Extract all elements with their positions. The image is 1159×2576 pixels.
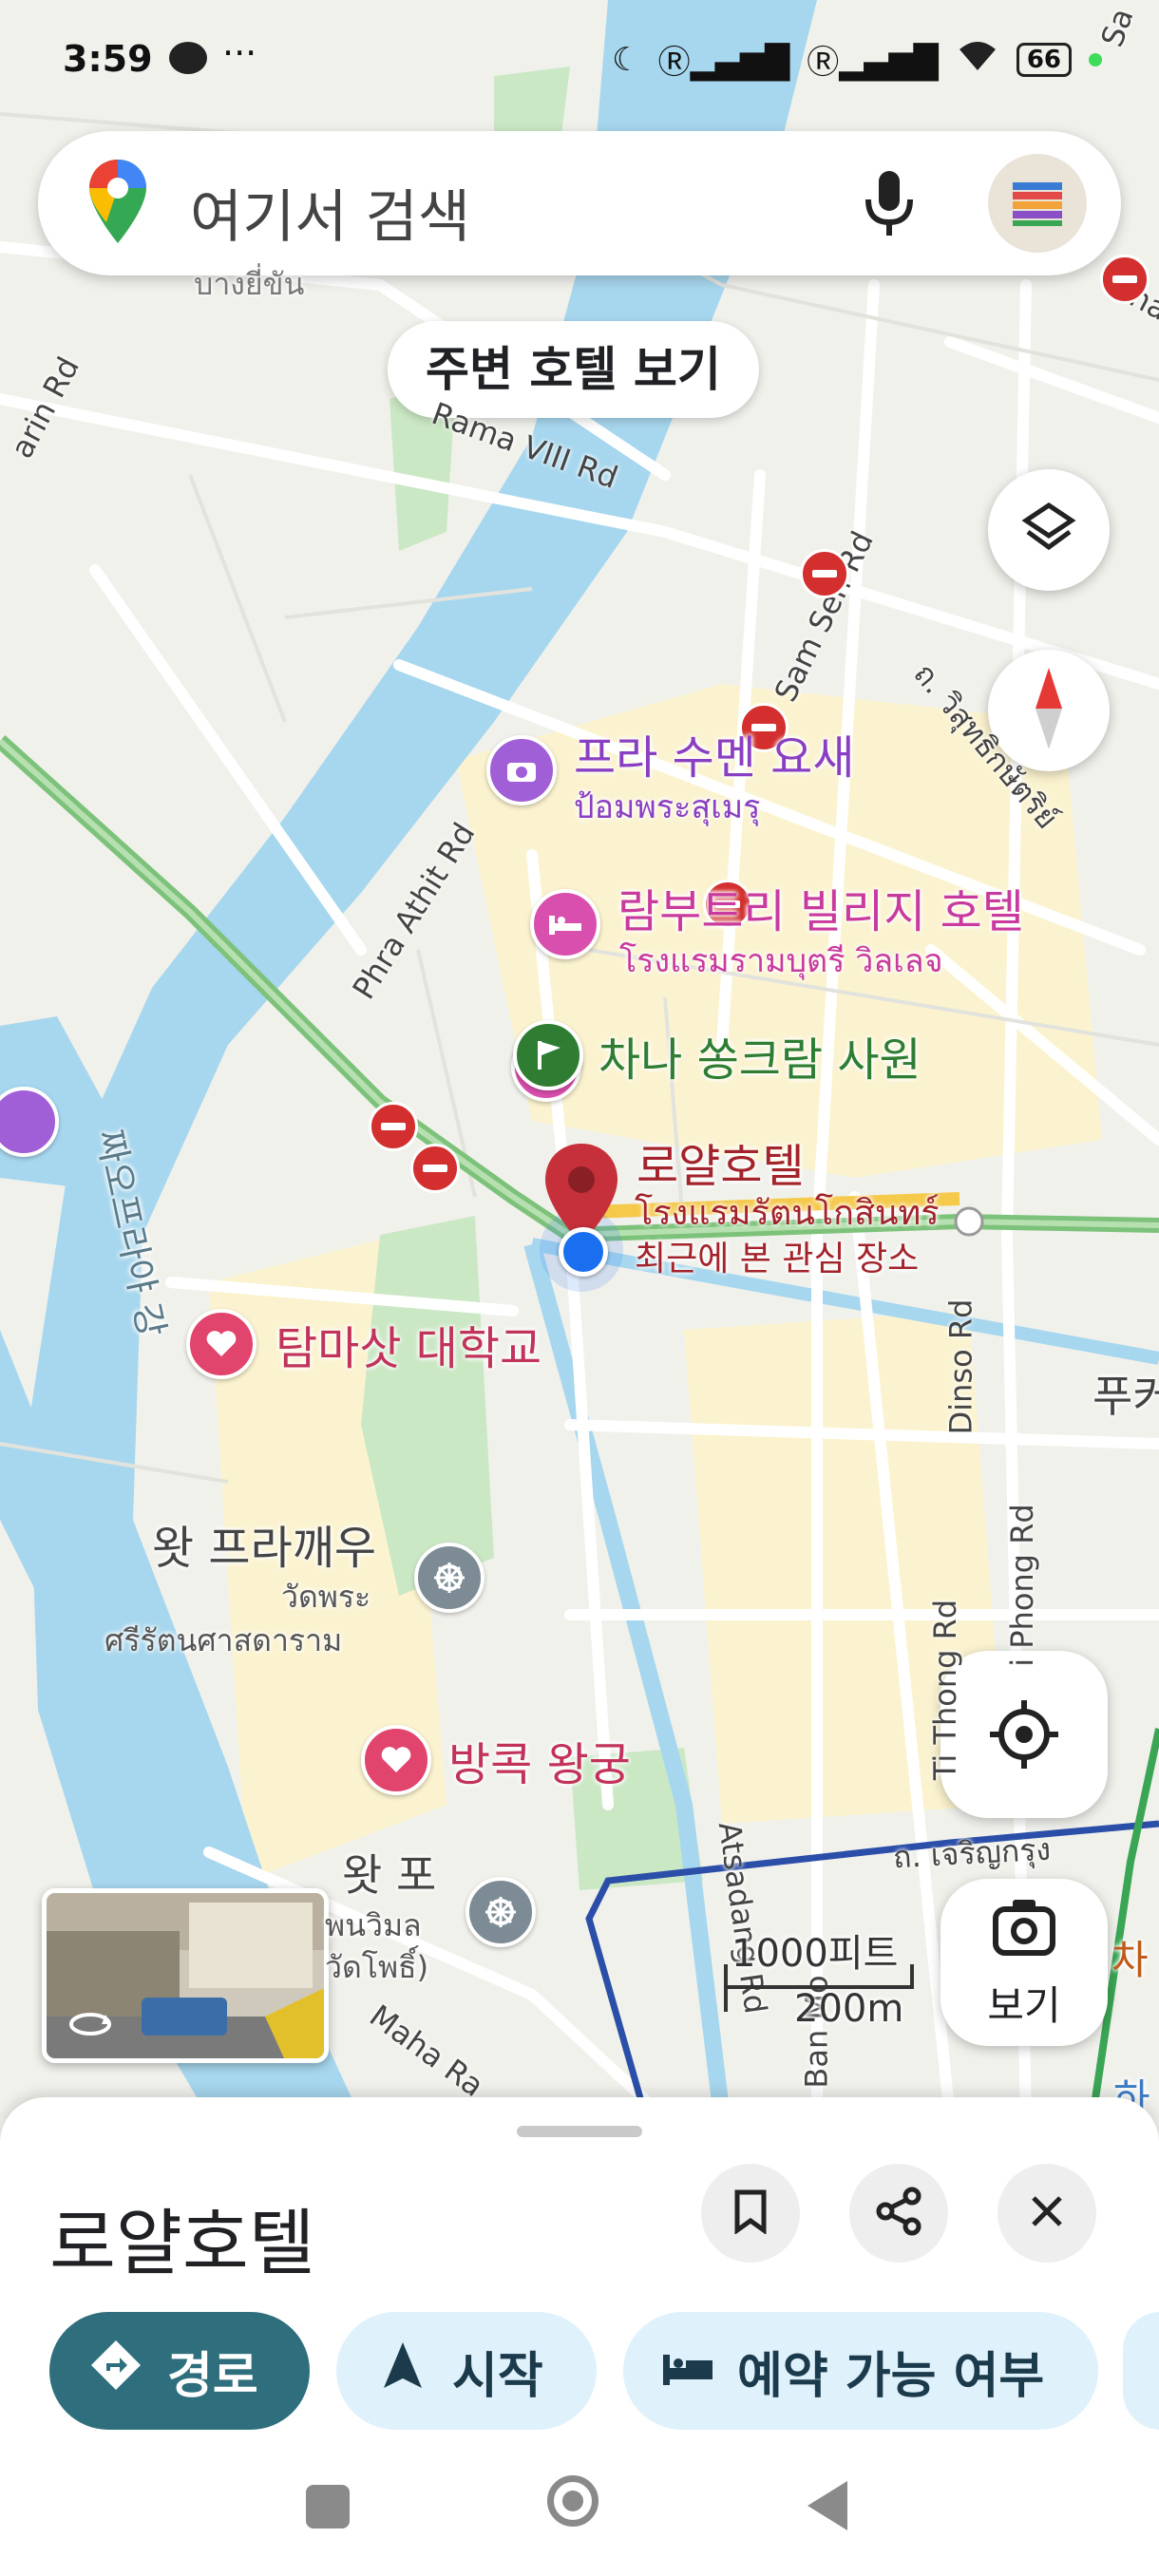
bookmark-icon <box>732 2188 770 2238</box>
google-maps-pin-icon <box>87 158 148 249</box>
signal-1-icon: Ⓡ▂▄▆█ <box>657 44 790 82</box>
map-canvas[interactable]: 3:59 ··· ☾ Ⓡ▂▄▆█ Ⓡ▂▄▆█ 66 여기서 검색 주변 호텔 보… <box>0 0 1159 2118</box>
directions-label: 경로 <box>167 2347 258 2405</box>
rotate-360-icon <box>67 2005 113 2047</box>
status-time: 3:59 <box>63 38 153 80</box>
close-button[interactable] <box>998 2164 1096 2263</box>
poi-label-wat-phra-kaew-th2: ศรีรัตนศาสดาราม <box>104 1622 343 1658</box>
street-view-thumbnail[interactable] <box>42 1888 329 2063</box>
poi-label-phra-sumen-th: ป้อมพระสุเมรุ <box>574 788 761 826</box>
poi-label-lamphu-village-th: โรงแรมรามบุตรี วิลเลจ <box>619 942 943 980</box>
layers-icon <box>1020 500 1077 560</box>
current-location-dot <box>559 1227 608 1277</box>
moon-icon: ☾ <box>612 40 641 79</box>
my-location-button[interactable] <box>940 1651 1108 1818</box>
battery-icon: 66 <box>1016 42 1072 77</box>
place-title: 로얄호텔 <box>49 2201 315 2285</box>
sheet-drag-handle[interactable] <box>517 2126 642 2137</box>
share-icon <box>874 2187 923 2240</box>
temple-poi-icon[interactable] <box>466 1877 536 1947</box>
search-input[interactable]: 여기서 검색 <box>190 171 470 254</box>
area-label-cha: 차 <box>1112 1937 1149 1983</box>
camera-poi-icon[interactable] <box>486 735 557 805</box>
road-label-phong: i Phong Rd <box>1003 1504 1040 1667</box>
camera-lens-icon <box>992 1898 1056 1960</box>
talk-notification-icon <box>169 42 207 74</box>
navigation-arrow-icon <box>382 2340 424 2402</box>
green-dot-icon <box>1089 52 1102 66</box>
no-entry-icon <box>410 1144 460 1193</box>
back-nav-icon[interactable] <box>806 2479 849 2536</box>
availability-button[interactable]: 예약 가능 여부 <box>623 2312 1098 2430</box>
layers-button[interactable] <box>988 469 1110 591</box>
poi-label-phra-sumen[interactable]: 프라 수멘 요새 <box>574 720 854 786</box>
more-actions-chip[interactable] <box>1123 2312 1159 2430</box>
crosshair-icon <box>988 1698 1060 1774</box>
signal-2-icon: Ⓡ▂▄▆█ <box>807 44 939 82</box>
directions-button[interactable]: 경로 <box>49 2312 310 2430</box>
compass-icon <box>1030 666 1068 755</box>
more-notifications-icon: ··· <box>222 32 257 74</box>
recents-nav-icon[interactable] <box>306 2485 350 2529</box>
status-icons: ☾ Ⓡ▂▄▆█ Ⓡ▂▄▆█ 66 <box>612 36 1102 83</box>
bed-icon <box>661 2342 714 2399</box>
hotel-poi-icon[interactable] <box>530 889 600 959</box>
heart-poi-icon[interactable] <box>361 1725 431 1795</box>
no-entry-icon <box>369 1102 418 1151</box>
microphone-icon[interactable] <box>863 169 916 243</box>
pin-label-recent: 최근에 본 관심 장소 <box>635 1240 920 1279</box>
temple-poi-icon[interactable] <box>414 1543 484 1613</box>
home-nav-icon[interactable] <box>547 2475 598 2527</box>
poi-label-lamphu-village[interactable]: 람부트리 빌리지 호텔 <box>618 874 1024 940</box>
poi-label-thammasat[interactable]: 탐마삿 대학교 <box>276 1311 542 1377</box>
account-avatar[interactable] <box>988 154 1087 253</box>
poi-label-chana-songkhram[interactable]: 차나 쏭크람 사원 <box>598 1022 922 1089</box>
poi-label-wat-pho[interactable]: 왓 포 <box>342 1841 436 1904</box>
heart-poi-icon[interactable] <box>186 1309 256 1379</box>
poi-label-grand-palace[interactable]: 방콕 왕궁 <box>448 1727 631 1793</box>
search-bar[interactable]: 여기서 검색 <box>38 131 1121 275</box>
road-label-ti-thong: Ti Thong Rd <box>927 1599 964 1781</box>
system-navigation-bar <box>0 2441 1159 2576</box>
status-bar: 3:59 ··· ☾ Ⓡ▂▄▆█ Ⓡ▂▄▆█ 66 <box>0 0 1159 114</box>
poi-label-wat-pho-th2: วัดโพธิ์) <box>325 1949 429 1985</box>
area-label-bangyikhan: บางยี่ขัน <box>194 266 305 302</box>
directions-icon <box>89 2339 142 2404</box>
road-label-charoen-krung: ถ. เจริญกรุง <box>892 1830 1052 1876</box>
wifi-icon <box>956 38 999 81</box>
road-label-dinso: Dinso Rd <box>942 1298 979 1435</box>
lens-view-button[interactable]: 보기 <box>940 1879 1108 2046</box>
flag-poi-icon[interactable] <box>513 1020 583 1090</box>
lens-view-label: 보기 <box>987 1982 1061 2029</box>
area-label-puchi: 푸커 <box>1092 1371 1159 1422</box>
no-entry-icon <box>800 549 849 598</box>
close-icon <box>1028 2192 1066 2234</box>
no-entry-icon <box>1100 255 1150 304</box>
availability-label: 예약 가능 여부 <box>737 2347 1045 2405</box>
share-button[interactable] <box>849 2164 948 2263</box>
start-label: 시작 <box>452 2347 543 2405</box>
poi-label-wat-phra-kaew-th1: วัดพระ <box>281 1579 371 1615</box>
poi-label-wat-phra-kaew[interactable]: 왓 프라깨우 <box>152 1510 376 1577</box>
start-button[interactable]: 시작 <box>336 2312 597 2430</box>
save-button[interactable] <box>701 2164 800 2263</box>
